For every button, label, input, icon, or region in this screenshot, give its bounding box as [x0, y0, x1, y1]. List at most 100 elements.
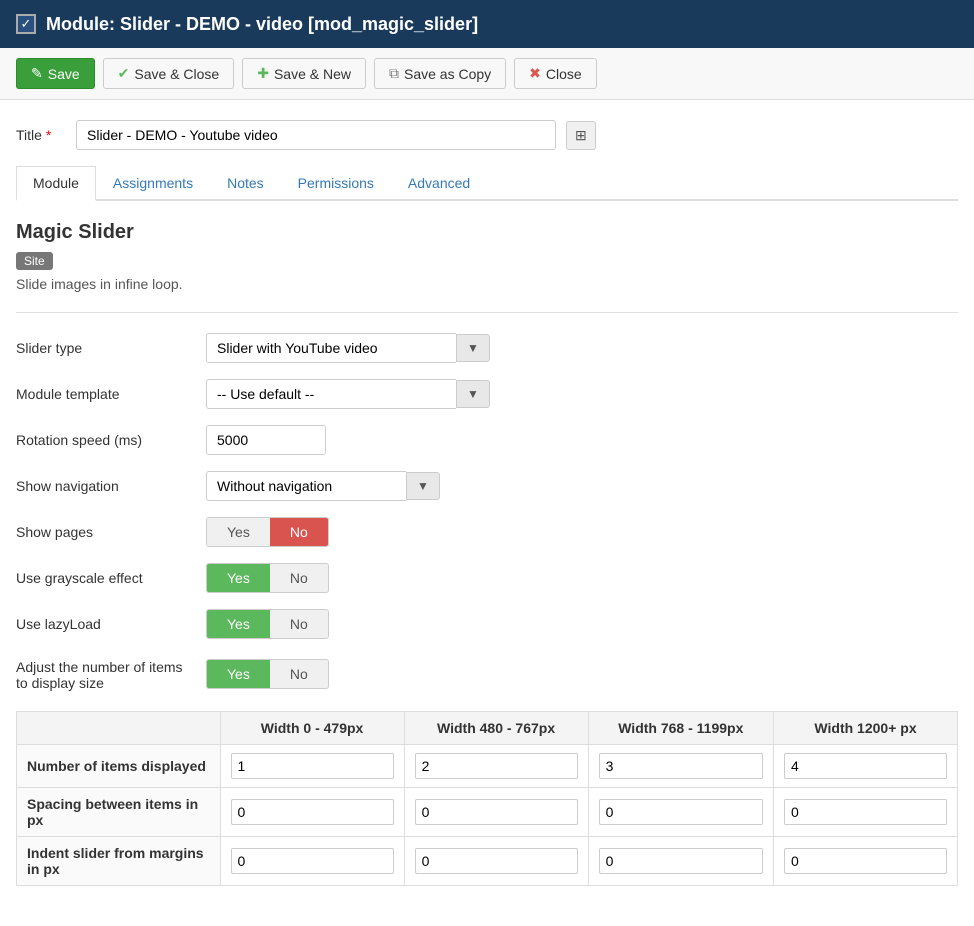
slider-type-select[interactable]: Slider with YouTube video Standard Slide…	[206, 333, 456, 363]
save-copy-label: Save as Copy	[404, 66, 491, 82]
show-navigation-select[interactable]: Without navigation With navigation Dots …	[206, 471, 406, 501]
save-icon: ✎	[31, 65, 43, 82]
col-header-1: Width 480 - 767px	[404, 712, 588, 745]
row-label-0: Number of items displayed	[17, 745, 221, 788]
input-indent-1[interactable]	[415, 848, 578, 874]
check-icon: ✓	[21, 16, 32, 32]
slider-type-label: Slider type	[16, 340, 196, 356]
save-copy-button[interactable]: ⧉ Save as Copy	[374, 58, 506, 89]
show-navigation-label: Show navigation	[16, 478, 196, 494]
use-grayscale-row: Use grayscale effect Yes No	[16, 563, 958, 593]
input-spacing-3[interactable]	[784, 799, 947, 825]
cell-2-1[interactable]	[404, 837, 588, 886]
slider-type-select-wrapper: Slider with YouTube video Standard Slide…	[206, 333, 490, 363]
cell-0-3[interactable]	[774, 745, 958, 788]
cell-1-1[interactable]	[404, 788, 588, 837]
use-grayscale-no-btn[interactable]: No	[270, 564, 328, 592]
table-row: Number of items displayed	[17, 745, 958, 788]
tab-module[interactable]: Module	[16, 166, 96, 201]
close-label: Close	[546, 66, 582, 82]
input-spacing-0[interactable]	[231, 799, 394, 825]
adjust-number-toggle: Yes No	[206, 659, 329, 689]
save-button[interactable]: ✎ Save	[16, 58, 95, 89]
input-items-2[interactable]	[599, 753, 763, 779]
adjust-number-label: Adjust the number of itemsto display siz…	[16, 655, 196, 691]
tabs-nav: Module Assignments Notes Permissions Adv…	[16, 166, 958, 201]
site-badge: Site	[16, 252, 53, 270]
cell-2-0[interactable]	[220, 837, 404, 886]
use-grayscale-toggle: Yes No	[206, 563, 329, 593]
title-input[interactable]	[76, 120, 556, 150]
adjust-number-row: Adjust the number of itemsto display siz…	[16, 655, 958, 691]
toolbar: ✎ Save ✔ Save & Close ✚ Save & New ⧉ Sav…	[0, 48, 974, 100]
show-pages-label: Show pages	[16, 524, 196, 540]
tab-advanced[interactable]: Advanced	[391, 166, 487, 199]
check-icon: ✔	[118, 65, 130, 82]
use-lazyload-no-btn[interactable]: No	[270, 610, 328, 638]
cell-1-0[interactable]	[220, 788, 404, 837]
title-row: Title * ⊞	[16, 120, 958, 150]
cell-2-3[interactable]	[774, 837, 958, 886]
module-template-dropdown-btn[interactable]: ▼	[456, 380, 490, 408]
cell-0-2[interactable]	[588, 745, 773, 788]
grid-icon: ⊞	[575, 127, 587, 143]
title-label: Title *	[16, 127, 66, 143]
header-checkbox: ✓	[16, 14, 36, 34]
table-row: Indent slider from margins in px	[17, 837, 958, 886]
show-pages-yes-btn[interactable]: Yes	[207, 518, 270, 546]
rotation-speed-label: Rotation speed (ms)	[16, 432, 196, 448]
cell-1-3[interactable]	[774, 788, 958, 837]
cell-0-1[interactable]	[404, 745, 588, 788]
show-navigation-select-wrapper: Without navigation With navigation Dots …	[206, 471, 440, 501]
adjust-number-no-btn[interactable]: No	[270, 660, 328, 688]
use-grayscale-label: Use grayscale effect	[16, 570, 196, 586]
use-lazyload-yes-btn[interactable]: Yes	[207, 610, 270, 638]
close-button[interactable]: ✖ Close	[514, 58, 597, 89]
cell-0-0[interactable]	[220, 745, 404, 788]
show-pages-no-btn[interactable]: No	[270, 518, 328, 546]
input-indent-2[interactable]	[599, 848, 763, 874]
input-spacing-2[interactable]	[599, 799, 763, 825]
col-header-2: Width 768 - 1199px	[588, 712, 773, 745]
cell-1-2[interactable]	[588, 788, 773, 837]
tab-permissions[interactable]: Permissions	[281, 166, 391, 199]
module-title: Magic Slider	[16, 221, 958, 244]
save-new-button[interactable]: ✚ Save & New	[242, 58, 366, 89]
cell-2-2[interactable]	[588, 837, 773, 886]
input-items-1[interactable]	[415, 753, 578, 779]
show-navigation-row: Show navigation Without navigation With …	[16, 471, 958, 501]
input-indent-0[interactable]	[231, 848, 394, 874]
responsive-table: Width 0 - 479px Width 480 - 767px Width …	[16, 711, 958, 886]
input-spacing-1[interactable]	[415, 799, 578, 825]
required-marker: *	[46, 127, 51, 143]
slider-type-row: Slider type Slider with YouTube video St…	[16, 333, 958, 363]
use-lazyload-label: Use lazyLoad	[16, 616, 196, 632]
module-template-select-wrapper: -- Use default -- ▼	[206, 379, 490, 409]
show-pages-row: Show pages Yes No	[16, 517, 958, 547]
module-template-label: Module template	[16, 386, 196, 402]
show-navigation-dropdown-btn[interactable]: ▼	[406, 472, 440, 500]
tab-notes[interactable]: Notes	[210, 166, 281, 199]
use-grayscale-yes-btn[interactable]: Yes	[207, 564, 270, 592]
copy-icon: ⧉	[389, 65, 399, 82]
save-new-label: Save & New	[274, 66, 351, 82]
rotation-speed-input[interactable]	[206, 425, 326, 455]
use-lazyload-toggle: Yes No	[206, 609, 329, 639]
module-template-select[interactable]: -- Use default --	[206, 379, 456, 409]
save-close-label: Save & Close	[134, 66, 219, 82]
col-header-label	[17, 712, 221, 745]
slider-type-dropdown-btn[interactable]: ▼	[456, 334, 490, 362]
input-indent-3[interactable]	[784, 848, 947, 874]
title-toggle-button[interactable]: ⊞	[566, 121, 596, 150]
row-label-2: Indent slider from margins in px	[17, 837, 221, 886]
save-close-button[interactable]: ✔ Save & Close	[103, 58, 235, 89]
plus-icon: ✚	[257, 65, 269, 82]
input-items-0[interactable]	[231, 753, 394, 779]
input-items-3[interactable]	[784, 753, 947, 779]
adjust-number-yes-btn[interactable]: Yes	[207, 660, 270, 688]
module-description: Slide images in infine loop.	[16, 276, 958, 292]
rotation-speed-row: Rotation speed (ms)	[16, 425, 958, 455]
divider	[16, 312, 958, 313]
tab-assignments[interactable]: Assignments	[96, 166, 210, 199]
use-lazyload-row: Use lazyLoad Yes No	[16, 609, 958, 639]
